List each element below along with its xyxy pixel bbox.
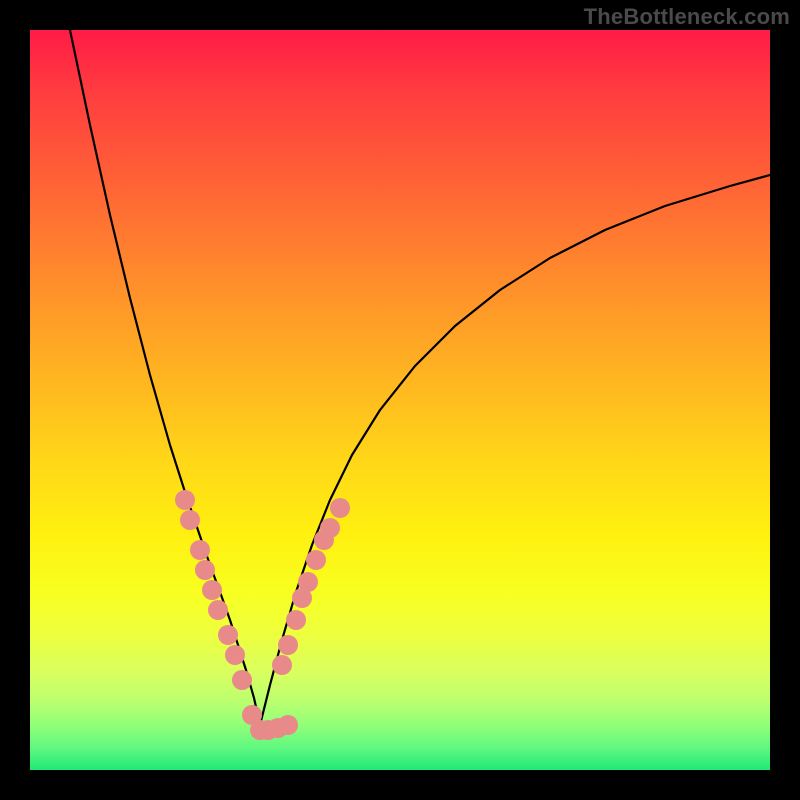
scatter-dot (330, 498, 350, 518)
scatter-dot (272, 655, 292, 675)
scatter-dot (278, 715, 298, 735)
scatter-dot (278, 635, 298, 655)
scatter-dot (190, 540, 210, 560)
scatter-dot (202, 580, 222, 600)
scatter-dot (175, 490, 195, 510)
curve-group (70, 30, 770, 725)
scatter-dot (232, 670, 252, 690)
curve-left-branch (70, 30, 260, 725)
scatter-dot (306, 550, 326, 570)
curve-right-branch (260, 175, 770, 725)
plot-svg (30, 30, 770, 770)
scatter-dot (218, 625, 238, 645)
scatter-dot (180, 510, 200, 530)
scatter-dot (195, 560, 215, 580)
scatter-dot (320, 518, 340, 538)
scatter-dot (225, 645, 245, 665)
watermark-text: TheBottleneck.com (584, 4, 790, 30)
scatter-dot (286, 610, 306, 630)
scatter-group (175, 490, 350, 740)
plot-frame (30, 30, 770, 770)
scatter-dot (298, 572, 318, 592)
scatter-dot (208, 600, 228, 620)
